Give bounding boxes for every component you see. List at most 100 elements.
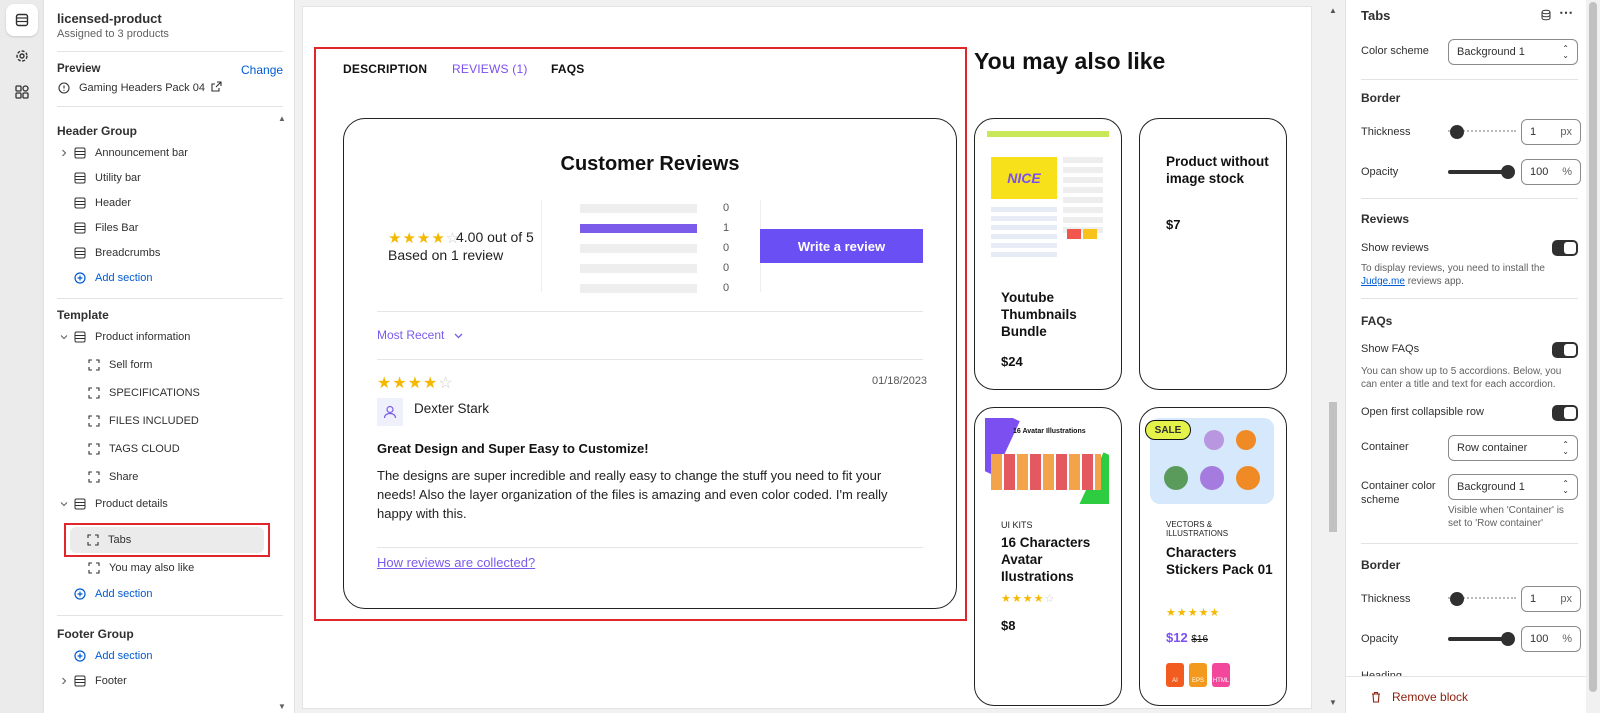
settings-title: Tabs bbox=[1361, 8, 1391, 23]
settings-rail-button[interactable] bbox=[6, 40, 38, 72]
tab-faqs[interactable]: FAQS bbox=[551, 62, 584, 76]
block-sell-form[interactable]: Sell form bbox=[57, 354, 287, 376]
product-name[interactable]: Characters Stickers Pack 01 bbox=[1166, 544, 1278, 578]
tab-reviews[interactable]: REVIEWS (1) bbox=[452, 62, 528, 76]
select-value: Row container bbox=[1457, 442, 1528, 454]
opacity-slider-handle[interactable] bbox=[1501, 165, 1515, 179]
product-card[interactable]: NICE Youtube Thumbnails Bundle $24 bbox=[974, 118, 1122, 390]
write-review-button[interactable]: Write a review bbox=[760, 229, 923, 263]
scroll-thumb[interactable] bbox=[1589, 2, 1597, 692]
thickness-input[interactable]: 1 px bbox=[1521, 119, 1581, 145]
histogram-row[interactable]: 1 bbox=[580, 222, 740, 236]
block-label: Share bbox=[109, 471, 139, 483]
scroll-thumb[interactable] bbox=[1329, 402, 1337, 532]
histogram-row[interactable]: 0 bbox=[580, 202, 740, 216]
section-label: Product information bbox=[95, 331, 191, 343]
section-label: Announcement bar bbox=[95, 147, 188, 159]
select-chevrons-icon: ⌃ ⌄ bbox=[1562, 44, 1569, 60]
color-scheme-select[interactable]: Background 1 ⌃ ⌄ bbox=[1448, 39, 1578, 65]
thickness-slider-handle[interactable] bbox=[1450, 125, 1464, 139]
show-faqs-toggle[interactable] bbox=[1552, 342, 1578, 358]
database-icon[interactable] bbox=[1540, 9, 1552, 24]
container-select[interactable]: Row container ⌃ ⌄ bbox=[1448, 435, 1578, 461]
sort-dropdown[interactable]: Most Recent bbox=[377, 328, 463, 342]
add-section-header[interactable]: Add section bbox=[57, 267, 287, 289]
apps-rail-button[interactable] bbox=[6, 76, 38, 108]
thickness2-slider-handle[interactable] bbox=[1450, 592, 1464, 606]
chevron-down-icon[interactable] bbox=[57, 497, 71, 511]
thickness2-label: Thickness bbox=[1361, 593, 1411, 605]
section-product-details[interactable]: Product details bbox=[57, 493, 287, 515]
scroll-down-arrow[interactable]: ▼ bbox=[278, 702, 286, 711]
settings-scrollbar[interactable] bbox=[1586, 0, 1600, 713]
scroll-down-arrow[interactable]: ▼ bbox=[1329, 698, 1337, 707]
trash-icon bbox=[1372, 691, 1380, 703]
section-footer[interactable]: Footer bbox=[57, 670, 127, 692]
product-price: $7 bbox=[1166, 217, 1181, 232]
block-tags-cloud[interactable]: TAGS CLOUD bbox=[57, 438, 287, 460]
show-reviews-toggle[interactable] bbox=[1552, 240, 1578, 256]
tab-description[interactable]: DESCRIPTION bbox=[343, 62, 427, 76]
block-share[interactable]: Share bbox=[57, 466, 287, 488]
add-section-template[interactable]: Add section bbox=[73, 583, 152, 605]
unit-label: % bbox=[1562, 633, 1572, 645]
add-section-footer[interactable]: Add section bbox=[73, 645, 152, 667]
section-announcement-bar[interactable]: Announcement bar bbox=[57, 142, 287, 164]
sticker bbox=[1164, 466, 1188, 490]
unit-label: px bbox=[1560, 593, 1572, 605]
input-value: 1 bbox=[1530, 126, 1537, 138]
help-text: To display reviews, you need to install … bbox=[1361, 263, 1545, 274]
opacity2-slider-handle[interactable] bbox=[1501, 632, 1515, 646]
sale-price: $12 bbox=[1166, 630, 1188, 645]
opacity-input[interactable]: 100% bbox=[1521, 159, 1581, 185]
preview-scrollbar[interactable]: ▲ ▼ bbox=[1327, 6, 1339, 709]
rating-histogram: 0 1 0 0 0 bbox=[580, 202, 740, 294]
container-scheme-select[interactable]: Background 1 ⌃ ⌄ bbox=[1448, 474, 1578, 500]
histogram-row[interactable]: 0 bbox=[580, 242, 740, 256]
section-files-bar[interactable]: Files Bar bbox=[57, 217, 287, 239]
product-name[interactable]: Product without image stock bbox=[1166, 153, 1276, 187]
more-options-icon[interactable]: ⋯ bbox=[1559, 4, 1573, 21]
reviews-settings-heading: Reviews bbox=[1361, 212, 1410, 226]
open-first-toggle[interactable] bbox=[1552, 405, 1578, 421]
block-label: FILES INCLUDED bbox=[109, 415, 199, 427]
how-reviews-collected-link[interactable]: How reviews are collected? bbox=[377, 555, 535, 570]
block-files-included[interactable]: FILES INCLUDED bbox=[57, 410, 287, 432]
judgeme-link[interactable]: Judge.me bbox=[1361, 276, 1405, 287]
block-tabs[interactable]: Tabs bbox=[70, 527, 264, 553]
border-heading: Border bbox=[1361, 91, 1401, 105]
product-name[interactable]: 16 Characters Avatar Ilustrations bbox=[1001, 534, 1113, 585]
preview-product: Gaming Headers Pack 04 bbox=[57, 77, 222, 99]
reviewer-name: Dexter Stark bbox=[414, 401, 490, 416]
section-breadcrumbs[interactable]: Breadcrumbs bbox=[57, 242, 287, 264]
block-you-may-also-like[interactable]: You may also like bbox=[87, 557, 194, 579]
chevron-right-icon[interactable] bbox=[57, 146, 71, 160]
add-section-label: Add section bbox=[95, 588, 153, 600]
product-name[interactable]: Youtube Thumbnails Bundle bbox=[1001, 289, 1111, 340]
histogram-count: 0 bbox=[723, 202, 730, 214]
review-title: Great Design and Super Easy to Customize… bbox=[377, 441, 649, 456]
histogram-row[interactable]: 0 bbox=[580, 262, 740, 276]
product-card[interactable]: SALE VECTORS & ILLUSTRATIONS Characters … bbox=[1139, 407, 1287, 706]
remove-block-button[interactable]: Remove block bbox=[1370, 690, 1468, 704]
chevron-right-icon[interactable] bbox=[57, 674, 71, 688]
section-product-information[interactable]: Product information bbox=[57, 326, 287, 348]
show-reviews-label: Show reviews bbox=[1361, 242, 1429, 254]
scroll-up-arrow[interactable]: ▲ bbox=[278, 114, 286, 123]
section-utility-bar[interactable]: Utility bar bbox=[57, 167, 287, 189]
opacity2-input[interactable]: 100% bbox=[1521, 626, 1581, 652]
thickness2-input[interactable]: 1 px bbox=[1521, 586, 1581, 612]
product-card[interactable]: 16 Avatar Illustrations UI KITS 16 Chara… bbox=[974, 407, 1122, 706]
scroll-up-arrow[interactable]: ▲ bbox=[1329, 6, 1337, 15]
change-preview-link[interactable]: Change bbox=[241, 63, 283, 77]
histogram-row[interactable]: 0 bbox=[580, 282, 740, 296]
section-sidebar: licensed-product Assigned to 3 products … bbox=[44, 0, 295, 713]
sections-rail-button[interactable] bbox=[6, 4, 38, 36]
product-card[interactable]: Product without image stock $7 bbox=[1139, 118, 1287, 390]
external-link-icon[interactable] bbox=[211, 81, 222, 95]
chevron-down-icon[interactable] bbox=[57, 330, 71, 344]
color-scheme-label: Color scheme bbox=[1361, 45, 1429, 57]
section-header[interactable]: Header bbox=[57, 192, 287, 214]
product-stars: ★★★★★ bbox=[1166, 607, 1221, 619]
block-specifications[interactable]: SPECIFICATIONS bbox=[57, 382, 287, 404]
